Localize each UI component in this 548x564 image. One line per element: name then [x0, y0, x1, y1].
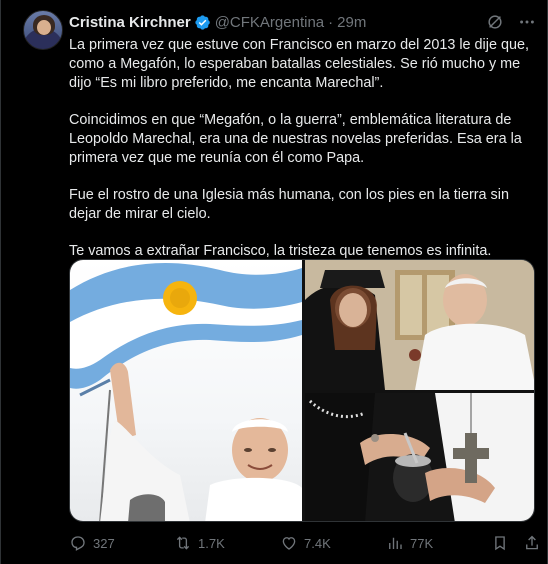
tweet-paragraph: La primera vez que estuve con Francisco …	[69, 37, 529, 91]
share-icon[interactable]	[523, 534, 541, 552]
author-name[interactable]: Cristina Kirchner	[69, 14, 191, 31]
tweet-header: Cristina Kirchner @CFKArgentina · 29m	[69, 12, 537, 32]
media-photo-flag-pope[interactable]	[70, 260, 302, 521]
author-handle[interactable]: @CFKArgentina	[215, 14, 324, 31]
header-separator: ·	[328, 13, 334, 31]
reply-icon	[71, 536, 85, 551]
more-icon[interactable]	[517, 12, 537, 32]
like-button[interactable]: 7.4K	[280, 534, 331, 552]
media-photo-mate[interactable]	[305, 393, 534, 521]
verified-badge-icon	[194, 14, 211, 31]
media-photo-meeting[interactable]	[305, 260, 534, 390]
grok-icon[interactable]	[485, 12, 505, 32]
views-chart-icon	[389, 537, 402, 549]
repost-icon	[176, 536, 190, 550]
reply-count: 327	[93, 535, 115, 551]
heart-icon	[282, 537, 296, 550]
repost-button[interactable]: 1.7K	[174, 534, 225, 552]
avatar-face	[37, 20, 51, 35]
tweet-paragraph: Fue el rostro de una Iglesia más humana,…	[69, 187, 509, 222]
repost-count: 1.7K	[198, 535, 225, 551]
header-icons	[485, 12, 537, 32]
like-count: 7.4K	[304, 535, 331, 551]
author-avatar[interactable]	[23, 10, 63, 50]
views-button[interactable]: 77K	[386, 534, 433, 552]
reply-button[interactable]: 327	[69, 534, 115, 552]
tweet-article[interactable]: Cristina Kirchner @CFKArgentina · 29m La…	[0, 0, 548, 564]
tweet-paragraph: Coincidimos en que “Megafón, o la guerra…	[69, 112, 522, 166]
tweet-text: La primera vez que estuve con Francisco …	[69, 36, 531, 279]
tweet-secondary-actions	[491, 534, 541, 552]
tweet-media-grid	[69, 259, 535, 522]
bookmark-icon[interactable]	[491, 534, 509, 552]
tweet-actions: 327 1.7K 7.4K 77K	[69, 532, 538, 554]
tweet-timestamp[interactable]: 29m	[337, 14, 366, 31]
views-count: 77K	[410, 535, 434, 551]
